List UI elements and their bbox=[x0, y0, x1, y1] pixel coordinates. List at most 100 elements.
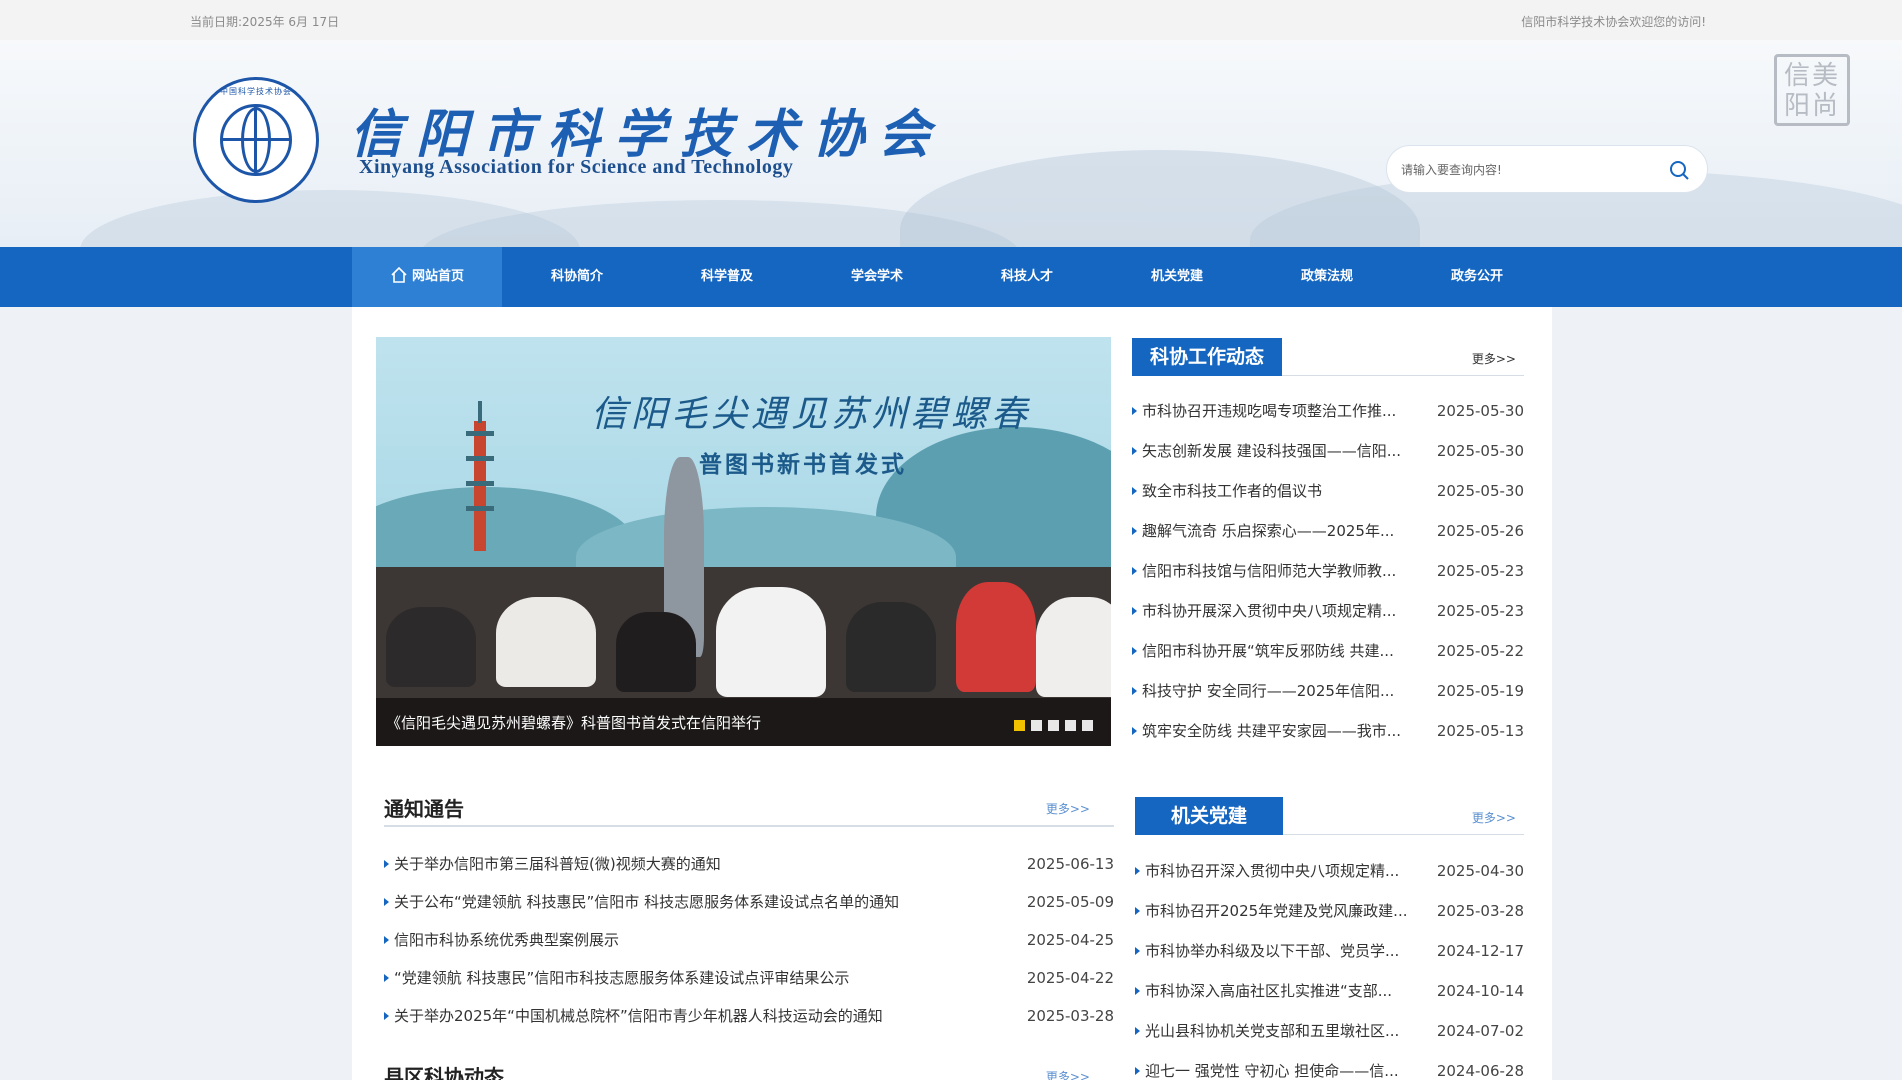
slider-dot[interactable] bbox=[1048, 720, 1059, 731]
list-item-date: 2025-04-30 bbox=[1436, 862, 1524, 880]
slide-image[interactable]: 信阳毛尖遇见苏州碧螺春 普图书新书首发式 bbox=[376, 337, 1111, 607]
nav-item-label: 政策法规 bbox=[1300, 269, 1353, 284]
search-box bbox=[1386, 145, 1708, 193]
list-item[interactable]: 关于举办信阳市第三届科普短(微)视频大赛的通知 2025-06-13 bbox=[384, 845, 1114, 883]
list-item-date: 2024-12-17 bbox=[1436, 942, 1524, 960]
image-slider[interactable]: 信阳毛尖遇见苏州碧螺春 普图书新书首发式 《信阳毛尖遇见苏州碧螺春》科普图书首发… bbox=[376, 337, 1111, 746]
list-item-date: 2024-07-02 bbox=[1436, 1022, 1524, 1040]
list-item[interactable]: 市科协深入高庙社区扎实推进“支部... 2024-10-14 bbox=[1135, 971, 1524, 1011]
list-item[interactable]: 信阳市科协开展“筑牢反邪防线 共建... 2025-05-22 bbox=[1132, 631, 1524, 671]
slider-dot[interactable] bbox=[1082, 720, 1093, 731]
list-item-title[interactable]: 信阳市科技馆与信阳师范大学教师教... bbox=[1142, 551, 1396, 591]
list-item-title[interactable]: 趣解气流奇 乐启探索心——2025年... bbox=[1142, 511, 1394, 551]
list-item-title[interactable]: 光山县科协机关党支部和五里墩社区... bbox=[1145, 1011, 1399, 1051]
county-title[interactable]: 县区科协动态 bbox=[384, 1061, 504, 1080]
party-header: 机关党建 更多>> bbox=[1135, 797, 1524, 835]
nav-item-label: 政务公开 bbox=[1450, 269, 1503, 284]
list-item[interactable]: 筑牢安全防线 共建平安家园——我市... 2025-05-13 bbox=[1132, 711, 1524, 751]
nav-item-home[interactable]: 网站首页 bbox=[352, 247, 502, 307]
list-item-title[interactable]: 市科协开展深入贯彻中央八项规定精... bbox=[1142, 591, 1396, 631]
nav-item-science-popularization[interactable]: 科学普及 bbox=[652, 247, 802, 307]
work-news-more-link[interactable]: 更多>> bbox=[1472, 350, 1516, 367]
list-item-date: 2025-05-22 bbox=[1436, 642, 1524, 660]
list-item-title[interactable]: 关于举办2025年“中国机械总院杯”信阳市青少年机器人科技运动会的通知 bbox=[394, 997, 883, 1035]
list-item[interactable]: 市科协开展深入贯彻中央八项规定精... 2025-05-23 bbox=[1132, 591, 1524, 631]
welcome-text: 信阳市科学技术协会欢迎您的访问! bbox=[1521, 15, 1706, 29]
county-more-link[interactable]: 更多>> bbox=[1046, 1068, 1090, 1080]
list-item-date: 2025-05-30 bbox=[1436, 442, 1524, 460]
list-item[interactable]: 趣解气流奇 乐启探索心——2025年... 2025-05-26 bbox=[1132, 511, 1524, 551]
list-item-title[interactable]: 市科协深入高庙社区扎实推进“支部... bbox=[1145, 971, 1392, 1011]
list-item[interactable]: 市科协举办科级及以下干部、党员学... 2024-12-17 bbox=[1135, 931, 1524, 971]
list-item[interactable]: 市科协召开违规吃喝专项整治工作推... 2025-05-30 bbox=[1132, 391, 1524, 431]
nav-item-label: 网站首页 bbox=[411, 269, 464, 284]
list-item-title[interactable]: “党建领航 科技惠民”信阳市科技志愿服务体系建设试点评审结果公示 bbox=[394, 959, 849, 997]
list-item-title[interactable]: 市科协召开违规吃喝专项整治工作推... bbox=[1142, 391, 1396, 431]
list-item[interactable]: 致全市科技工作者的倡议书 2025-05-30 bbox=[1132, 471, 1524, 511]
list-item[interactable]: 关于举办2025年“中国机械总院杯”信阳市青少年机器人科技运动会的通知 2025-… bbox=[384, 997, 1114, 1035]
nav-item-label: 机关党建 bbox=[1150, 269, 1203, 284]
nav-item-government[interactable]: 政务公开 bbox=[1402, 247, 1552, 307]
list-item-date: 2025-03-28 bbox=[1436, 902, 1524, 920]
nav-item-about[interactable]: 科协简介 bbox=[502, 247, 652, 307]
notices-title[interactable]: 通知通告 bbox=[384, 793, 464, 822]
list-item-date: 2025-05-30 bbox=[1436, 482, 1524, 500]
list-item-date: 2024-10-14 bbox=[1436, 982, 1524, 1000]
list-item[interactable]: 市科协召开深入贯彻中央八项规定精... 2025-04-30 bbox=[1135, 851, 1524, 891]
list-item-date: 2025-05-19 bbox=[1436, 682, 1524, 700]
list-item[interactable]: 信阳市科技馆与信阳师范大学教师教... 2025-05-23 bbox=[1132, 551, 1524, 591]
list-item-date: 2025-05-09 bbox=[1026, 893, 1114, 911]
list-item[interactable]: 光山县科协机关党支部和五里墩社区... 2024-07-02 bbox=[1135, 1011, 1524, 1051]
slider-dot[interactable] bbox=[1031, 720, 1042, 731]
list-item[interactable]: 关于公布“党建领航 科技惠民”信阳市 科技志愿服务体系建设试点名单的通知 2025… bbox=[384, 883, 1114, 921]
list-item-title[interactable]: 市科协召开2025年党建及党风廉政建... bbox=[1145, 891, 1407, 931]
logo-emblem[interactable]: 中国科学技术协会 bbox=[193, 77, 319, 203]
list-item-title[interactable]: 矢志创新发展 建设科技强国——信阳... bbox=[1142, 431, 1401, 471]
nav-item-academic[interactable]: 学会学术 bbox=[802, 247, 952, 307]
list-item-date: 2025-05-30 bbox=[1436, 402, 1524, 420]
nav-item-label: 科学普及 bbox=[700, 269, 753, 284]
banner-subtitle: 普图书新书首发式 bbox=[699, 452, 907, 478]
party-more-link[interactable]: 更多>> bbox=[1472, 809, 1516, 826]
list-item-date: 2025-06-13 bbox=[1026, 855, 1114, 873]
list-item[interactable]: “党建领航 科技惠民”信阳市科技志愿服务体系建设试点评审结果公示 2025-04-… bbox=[384, 959, 1114, 997]
pagoda-icon bbox=[466, 401, 494, 551]
slider-dot[interactable] bbox=[1065, 720, 1076, 731]
list-item-title[interactable]: 信阳市科协开展“筑牢反邪防线 共建... bbox=[1142, 631, 1394, 671]
home-icon bbox=[391, 266, 407, 283]
list-item-date: 2025-05-26 bbox=[1436, 522, 1524, 540]
search-input[interactable] bbox=[1401, 159, 1651, 181]
list-item-title[interactable]: 关于公布“党建领航 科技惠民”信阳市 科技志愿服务体系建设试点名单的通知 bbox=[394, 883, 899, 921]
list-item-title[interactable]: 筑牢安全防线 共建平安家园——我市... bbox=[1142, 711, 1401, 751]
seal-text: 信美阳尚 bbox=[1783, 61, 1840, 121]
nav-item-party[interactable]: 机关党建 bbox=[1102, 247, 1252, 307]
seal-stamp: 信美阳尚 bbox=[1774, 54, 1850, 126]
site-header: 中国科学技术协会 信阳市科学技术协会 Xinyang Association f… bbox=[0, 40, 1902, 247]
list-item-title[interactable]: 迎七一 强党性 守初心 担使命——信... bbox=[1145, 1051, 1399, 1080]
site-title-en: Xinyang Association for Science and Tech… bbox=[359, 156, 794, 178]
list-item-title[interactable]: 市科协召开深入贯彻中央八项规定精... bbox=[1145, 851, 1399, 891]
nav-item-label: 科协简介 bbox=[550, 269, 603, 284]
list-item-date: 2025-03-28 bbox=[1026, 1007, 1114, 1025]
nav-item-talent[interactable]: 科技人才 bbox=[952, 247, 1102, 307]
list-item[interactable]: 市科协召开2025年党建及党风廉政建... 2025-03-28 bbox=[1135, 891, 1524, 931]
list-item-date: 2025-05-23 bbox=[1436, 562, 1524, 580]
list-item-title[interactable]: 信阳市科协系统优秀典型案例展示 bbox=[394, 921, 619, 959]
nav-item-policy[interactable]: 政策法规 bbox=[1252, 247, 1402, 307]
list-item[interactable]: 信阳市科协系统优秀典型案例展示 2025-04-25 bbox=[384, 921, 1114, 959]
list-item-title[interactable]: 科技守护 安全同行——2025年信阳... bbox=[1142, 671, 1394, 711]
main-nav: 网站首页 科协简介 科学普及 学会学术 科技人才 机关党建 政策法规 政务公开 bbox=[0, 247, 1902, 307]
work-news-title[interactable]: 科协工作动态 bbox=[1132, 338, 1283, 376]
slider-dot[interactable] bbox=[1014, 720, 1025, 731]
party-title[interactable]: 机关党建 bbox=[1135, 797, 1284, 835]
list-item[interactable]: 科技守护 安全同行——2025年信阳... 2025-05-19 bbox=[1132, 671, 1524, 711]
list-item[interactable]: 迎七一 强党性 守初心 担使命——信... 2024-06-28 bbox=[1135, 1051, 1524, 1080]
list-item-title[interactable]: 致全市科技工作者的倡议书 bbox=[1142, 471, 1322, 511]
list-item[interactable]: 矢志创新发展 建设科技强国——信阳... 2025-05-30 bbox=[1132, 431, 1524, 471]
list-item-title[interactable]: 市科协举办科级及以下干部、党员学... bbox=[1145, 931, 1399, 971]
slider-dots bbox=[1008, 716, 1093, 735]
search-icon[interactable] bbox=[1667, 158, 1691, 182]
notices-more-link[interactable]: 更多>> bbox=[1046, 800, 1090, 817]
slide-caption[interactable]: 《信阳毛尖遇见苏州碧螺春》科普图书首发式在信阳举行 bbox=[386, 712, 761, 733]
list-item-title[interactable]: 关于举办信阳市第三届科普短(微)视频大赛的通知 bbox=[394, 845, 721, 883]
